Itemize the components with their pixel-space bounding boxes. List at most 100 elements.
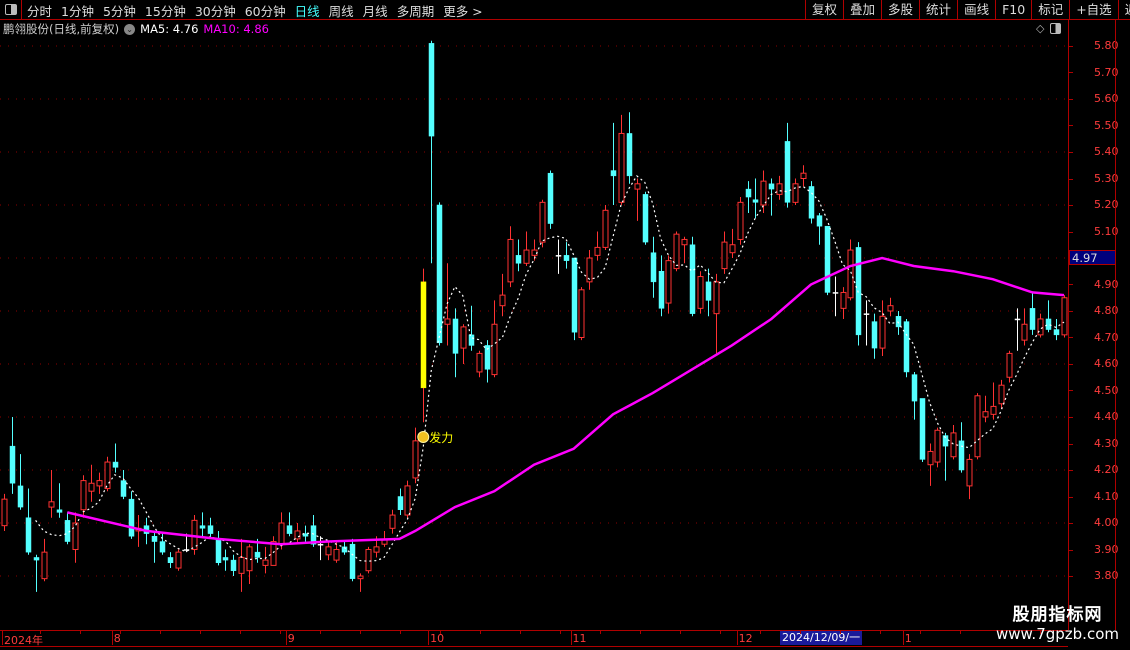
candle (246, 544, 253, 584)
candle-body (17, 485, 24, 508)
candle-body (808, 186, 815, 219)
candlestick-chart[interactable]: 发力 (0, 0, 1068, 650)
candle-body (547, 172, 554, 224)
candle-body (760, 180, 767, 206)
candle-body (586, 257, 593, 283)
x-tick (840, 631, 841, 634)
chevron-down-icon[interactable]: ⌄ (124, 23, 136, 35)
candle-body (230, 559, 237, 571)
candle (840, 287, 847, 319)
candle (934, 427, 941, 468)
candle (776, 175, 783, 200)
candle-body (982, 411, 989, 418)
candle (824, 225, 831, 296)
candle-body (879, 315, 886, 349)
candle (871, 313, 878, 359)
chart-icons: ◇ (1036, 22, 1062, 35)
candle-body (373, 546, 380, 553)
candle (1021, 308, 1028, 346)
candle (808, 181, 815, 224)
x-tick (720, 631, 721, 634)
candle (1037, 313, 1044, 338)
candle-body (254, 551, 261, 558)
candle-body (950, 432, 957, 458)
candle (128, 491, 135, 539)
candle (721, 231, 728, 274)
candle-body (871, 321, 878, 349)
x-tick-label: 10 (430, 632, 445, 645)
candle-body (80, 480, 87, 511)
candle-body (665, 260, 672, 304)
panel-toggle-icon[interactable] (1050, 23, 1062, 34)
candle (1061, 295, 1068, 338)
candle (238, 538, 245, 592)
y-tick (1069, 284, 1073, 285)
candle-body (974, 395, 981, 458)
x-tick (120, 631, 121, 634)
current-price-label: 4.97 (1069, 250, 1116, 265)
x-tick (920, 631, 921, 634)
diamond-icon[interactable]: ◇ (1036, 22, 1044, 35)
candle (618, 114, 625, 205)
add-watchlist-button[interactable]: +自选 (1069, 0, 1117, 19)
candle (705, 268, 712, 317)
x-tick-label: 1 (904, 632, 912, 645)
candle-body (365, 549, 372, 572)
candle-body (990, 405, 997, 415)
x-tick (200, 631, 201, 634)
candle-body (41, 551, 48, 580)
candle-body (673, 233, 680, 270)
candle (555, 239, 562, 274)
candle-body (199, 525, 206, 529)
candle (650, 236, 657, 298)
y-tick (1069, 497, 1073, 498)
candle-body (634, 183, 641, 190)
candle-body (816, 215, 823, 227)
candle (420, 268, 427, 423)
candle-body (1021, 323, 1028, 341)
candle (911, 371, 918, 420)
candle-body (238, 556, 245, 574)
candle (681, 236, 688, 264)
candle-body (1053, 329, 1060, 336)
candle (397, 488, 404, 516)
candle (729, 228, 736, 258)
candle-body (1, 498, 8, 527)
y-tick (1069, 550, 1073, 551)
x-tick (560, 631, 561, 634)
candle-body (286, 525, 293, 534)
candle (958, 422, 965, 473)
candle (365, 546, 372, 574)
candle (942, 432, 949, 481)
y-tick (1069, 523, 1073, 524)
candle-body (578, 289, 585, 338)
candle-body (507, 238, 514, 283)
x-tick (480, 631, 481, 634)
candle (578, 287, 585, 341)
candle-body (357, 575, 364, 580)
candle-body (270, 541, 277, 566)
candle-body (444, 318, 451, 325)
candle (412, 427, 419, 484)
candle (523, 231, 530, 266)
candle (404, 480, 411, 518)
candle-body (966, 458, 973, 487)
candle-body (515, 255, 522, 264)
candle-body (325, 546, 332, 556)
candle-body (800, 172, 807, 179)
y-tick (1069, 72, 1073, 73)
candle (199, 512, 206, 537)
x-tick (40, 631, 41, 634)
stock-name: 鹏翎股份(日线,前复权) (3, 22, 120, 36)
candle (760, 170, 767, 213)
candle-body (476, 352, 483, 373)
back-button[interactable]: 返回 (1117, 0, 1130, 19)
candle (135, 515, 142, 547)
x-tick (400, 631, 401, 634)
candle (658, 255, 665, 317)
candle-body (207, 525, 214, 534)
candle (151, 530, 158, 563)
side-panel-strip[interactable] (1115, 20, 1130, 630)
candle (262, 546, 269, 574)
candle-body (222, 557, 229, 561)
